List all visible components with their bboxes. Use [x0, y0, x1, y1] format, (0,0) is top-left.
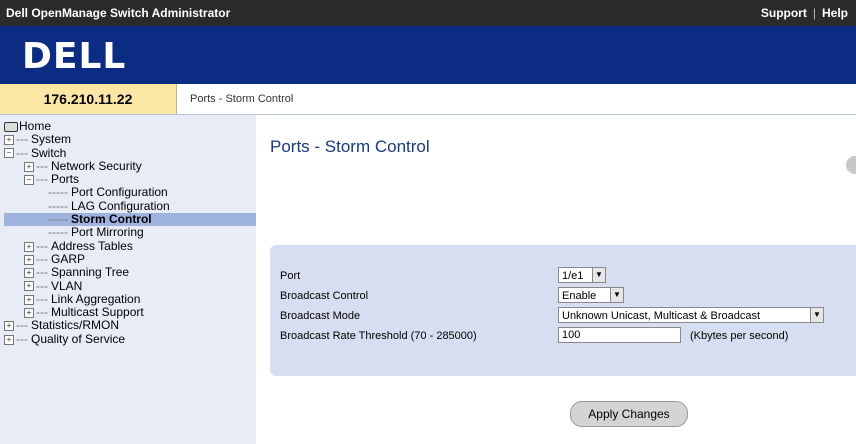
nav-tree: Home + --- System − --- Switch + --- Network S…	[4, 119, 256, 346]
tree-item-lag-configuration[interactable]: ----- LAG Configuration	[4, 198, 256, 213]
tree-item-address-tables[interactable]: + --- Address Tables	[4, 238, 256, 253]
threshold-unit: (Kbytes per second)	[690, 330, 789, 342]
tree-item-statistics-rmon[interactable]: + --- Statistics/RMON	[4, 319, 256, 332]
tree-connector: ---	[16, 145, 28, 160]
breadcrumb: Ports - Storm Control	[190, 93, 294, 105]
broadcast-control-select[interactable]: Enable ▼	[558, 287, 624, 303]
address-bar: 176.210.11.22 Ports - Storm Control	[0, 84, 856, 115]
expand-icon[interactable]: +	[24, 254, 34, 265]
broadcast-control-value: Enable	[562, 290, 597, 302]
expand-icon[interactable]: +	[4, 334, 14, 345]
home-icon	[4, 121, 18, 132]
tree-item-home[interactable]: Home	[4, 119, 256, 133]
header-separator: |	[812, 6, 816, 20]
port-label: Port	[280, 270, 301, 282]
broadcast-mode-label: Broadcast Mode	[280, 310, 361, 322]
tree-connector: -----	[48, 198, 68, 213]
tree-item-port-mirroring[interactable]: ----- Port Mirroring	[4, 226, 256, 239]
apply-changes-button[interactable]: Apply Changes	[570, 401, 688, 427]
tree-item-quality-of-service[interactable]: + --- Quality of Service	[4, 331, 256, 346]
tree-item-switch[interactable]: − --- Switch	[4, 145, 256, 160]
expand-icon[interactable]: +	[24, 307, 34, 318]
dell-logo: DELL	[22, 36, 127, 77]
chevron-down-icon[interactable]: ▼	[810, 308, 823, 322]
expand-icon[interactable]: +	[24, 161, 34, 172]
app-title: Dell OpenManage Switch Administrator	[6, 6, 231, 20]
threshold-label: Broadcast Rate Threshold (70 - 285000)	[280, 330, 477, 342]
device-ip: 176.210.11.22	[0, 84, 177, 114]
chevron-down-icon[interactable]: ▼	[592, 268, 605, 282]
tree-connector: ---	[36, 172, 48, 187]
tree-connector: ---	[36, 265, 48, 280]
broadcast-control-label: Broadcast Control	[280, 290, 369, 302]
tree-item-link-aggregation[interactable]: + --- Link Aggregation	[4, 291, 256, 306]
tree-item-storm-control[interactable]: ----- Storm Control	[4, 212, 256, 227]
port-select[interactable]: 1/e1 ▼	[558, 267, 606, 283]
port-select-value: 1/e1	[562, 270, 584, 282]
tree-connector: ---	[36, 305, 48, 320]
banner: DELL	[0, 26, 856, 84]
tree-item-network-security[interactable]: + --- Network Security	[4, 158, 256, 173]
broadcast-mode-select[interactable]: Unknown Unicast, Multicast & Broadcast ▼	[558, 307, 824, 323]
expand-icon[interactable]: +	[24, 281, 34, 292]
tree-item-garp[interactable]: + --- GARP	[4, 251, 256, 266]
tree-connector: ---	[36, 278, 48, 293]
collapse-icon[interactable]: −	[24, 175, 34, 186]
tree-connector: ---	[16, 318, 28, 333]
storm-control-form: Port 1/e1 ▼ Broadcast Control Enable ▼ B…	[270, 245, 856, 376]
chevron-down-icon[interactable]: ▼	[610, 288, 623, 302]
tree-item-system[interactable]: + --- System	[4, 133, 256, 146]
tree-connector: -----	[48, 212, 68, 227]
tree-connector: ---	[16, 331, 28, 346]
circle-icon	[846, 156, 856, 174]
collapse-icon[interactable]: −	[4, 148, 14, 159]
tree-item-ports[interactable]: − --- Ports	[4, 173, 256, 186]
tree-connector: ---	[16, 132, 28, 147]
tree-item-vlan[interactable]: + --- VLAN	[4, 278, 256, 293]
tree-item-multicast-support[interactable]: + --- Multicast Support	[4, 306, 256, 319]
header-links: Support | Help	[761, 6, 848, 20]
tree-item-spanning-tree[interactable]: + --- Spanning Tree	[4, 266, 256, 279]
expand-icon[interactable]: +	[4, 135, 14, 146]
help-link[interactable]: Help	[822, 6, 848, 20]
main-content: Ports - Storm Control Port 1/e1 ▼ Broadc…	[256, 115, 856, 444]
page-title: Ports - Storm Control	[270, 137, 430, 156]
support-link[interactable]: Support	[761, 6, 807, 20]
tree-connector: ---	[36, 291, 48, 306]
title-bar: Dell OpenManage Switch Administrator Sup…	[0, 0, 856, 26]
expand-icon[interactable]: +	[24, 241, 34, 252]
expand-icon[interactable]: +	[24, 294, 34, 305]
expand-icon[interactable]: +	[24, 268, 34, 279]
expand-icon[interactable]: +	[4, 321, 14, 332]
tree-item-port-configuration[interactable]: ----- Port Configuration	[4, 186, 256, 199]
tree-connector: ---	[36, 251, 48, 266]
broadcast-mode-value: Unknown Unicast, Multicast & Broadcast	[562, 310, 761, 322]
threshold-input[interactable]	[558, 327, 681, 343]
tree-connector: -----	[48, 225, 68, 240]
sidebar: Home + --- System − --- Switch + --- Network S…	[0, 115, 256, 444]
tree-connector: -----	[48, 185, 68, 200]
tree-connector: ---	[36, 238, 48, 253]
tree-connector: ---	[36, 158, 48, 173]
